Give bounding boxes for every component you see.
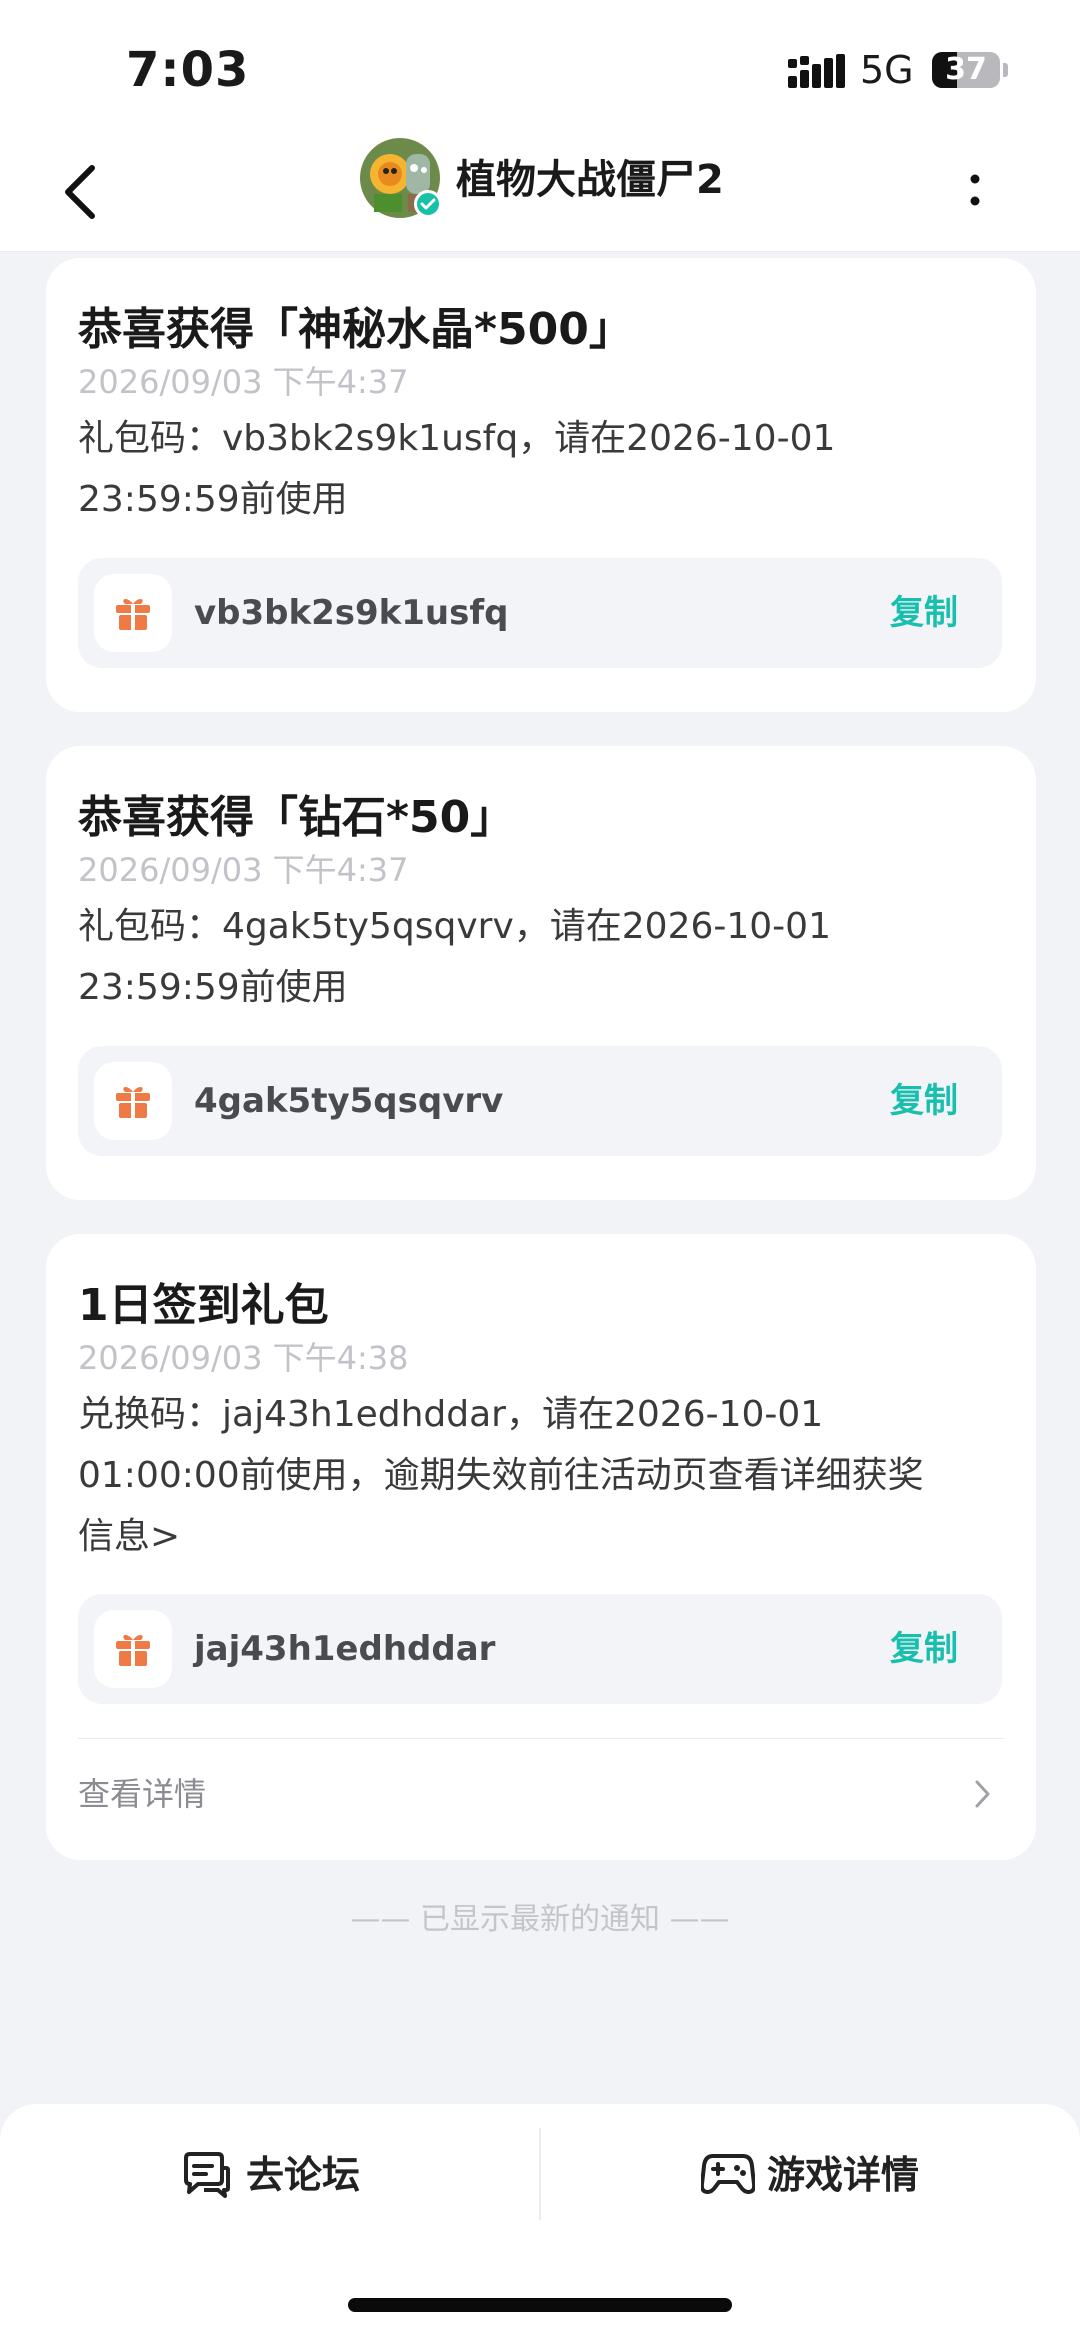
game-detail-button[interactable]: 游戏详情 xyxy=(541,2104,1080,2244)
page-title: 植物大战僵尸2 xyxy=(456,157,724,203)
back-button[interactable] xyxy=(56,154,116,224)
notification-card: 恭喜获得「神秘水晶*500」 2026/09/03 下午4:37 礼包码：vb3… xyxy=(46,258,1036,712)
notification-card: 1日签到礼包 2026/09/03 下午4:38 兑换码：jaj43h1edhd… xyxy=(46,1234,1036,1860)
gift-code-box: jaj43h1edhddar 复制 xyxy=(78,1594,1002,1704)
notification-title: 1日签到礼包 xyxy=(78,1280,329,1331)
notification-body: 礼包码：vb3bk2s9k1usfq，请在2026-10-01 23:59:59… xyxy=(78,408,1008,530)
notification-body-line: 23:59:59前使用 xyxy=(78,967,348,1008)
notification-body-line: 礼包码：4gak5ty5qsqvrv，请在2026-10-01 xyxy=(78,906,831,947)
notification-time: 2026/09/03 下午4:38 xyxy=(78,1339,409,1377)
gamepad-icon xyxy=(701,2154,755,2194)
notification-body-line: 兑换码：jaj43h1edhddar，请在2026-10-01 xyxy=(78,1394,824,1435)
home-indicator xyxy=(348,2298,732,2312)
battery-level: 37 xyxy=(945,52,987,87)
gift-icon-tile xyxy=(94,574,172,652)
status-time: 7:03 xyxy=(126,42,250,98)
view-details-link[interactable]: 查看详情 xyxy=(78,1764,206,1824)
notification-body-line: 01:00:00前使用，逾期失效前往活动页查看详细获奖 xyxy=(78,1455,924,1496)
top-nav-bar: 植物大战僵尸2 xyxy=(0,130,1080,252)
end-of-list-note: —— 已显示最新的通知 —— xyxy=(350,1902,730,1937)
more-vertical-icon xyxy=(970,174,980,206)
notification-time: 2026/09/03 下午4:37 xyxy=(78,363,409,401)
gift-icon-tile xyxy=(94,1610,172,1688)
battery-icon: 37 xyxy=(932,52,1000,88)
network-type: 5G xyxy=(860,48,914,92)
more-button[interactable] xyxy=(960,154,990,224)
gift-icon-tile xyxy=(94,1062,172,1140)
game-detail-label: 游戏详情 xyxy=(767,2153,920,2197)
notification-body-line: 礼包码：vb3bk2s9k1usfq，请在2026-10-01 xyxy=(78,418,836,459)
verified-icon xyxy=(414,190,442,218)
gift-icon xyxy=(116,1635,150,1666)
status-bar: 7:03 5G 37 xyxy=(0,0,1080,130)
back-arrow-icon xyxy=(65,165,95,219)
notification-card: 恭喜获得「钻石*50」 2026/09/03 下午4:37 礼包码：4gak5t… xyxy=(46,746,1036,1200)
copy-button[interactable]: 复制 xyxy=(890,1046,958,1156)
notification-body: 兑换码：jaj43h1edhddar，请在2026-10-01 01:00:00… xyxy=(78,1384,1008,1567)
notification-body-line: 23:59:59前使用 xyxy=(78,479,348,520)
notification-title: 恭喜获得「钻石*50」 xyxy=(78,792,515,843)
activity-page-link[interactable]: 信息> xyxy=(78,1506,1008,1567)
notification-time: 2026/09/03 下午4:37 xyxy=(78,851,409,889)
forum-label: 去论坛 xyxy=(246,2153,361,2197)
notification-body: 礼包码：4gak5ty5qsqvrv，请在2026-10-01 23:59:59… xyxy=(78,896,1008,1018)
battery-tip xyxy=(1003,63,1008,77)
forum-button[interactable]: 去论坛 xyxy=(0,2104,539,2244)
gift-code: 4gak5ty5qsqvrv xyxy=(194,1081,504,1121)
signal-icon xyxy=(788,54,846,92)
copy-button[interactable]: 复制 xyxy=(890,558,958,668)
gift-icon xyxy=(116,1087,150,1118)
gift-icon xyxy=(116,599,150,630)
gift-code-box: 4gak5ty5qsqvrv 复制 xyxy=(78,1046,1002,1156)
gift-code: vb3bk2s9k1usfq xyxy=(194,593,509,633)
chevron-right-icon[interactable] xyxy=(972,1776,994,1816)
gift-code-box: vb3bk2s9k1usfq 复制 xyxy=(78,558,1002,668)
forum-chat-icon xyxy=(184,2152,230,2198)
notification-title: 恭喜获得「神秘水晶*500」 xyxy=(78,304,633,355)
copy-button[interactable]: 复制 xyxy=(890,1594,958,1704)
card-divider xyxy=(78,1738,1004,1739)
gift-code: jaj43h1edhddar xyxy=(194,1629,496,1669)
